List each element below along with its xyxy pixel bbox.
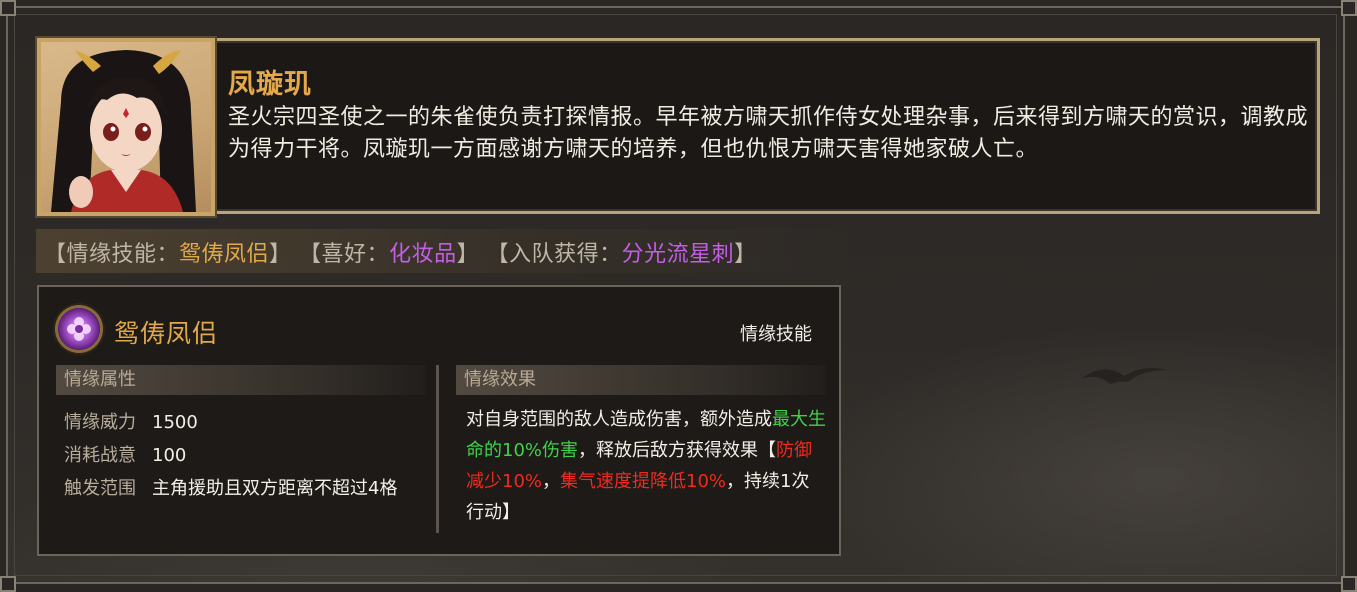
frame-corner: [0, 576, 16, 592]
bird-silhouette-icon: [1082, 368, 1168, 384]
join-reward-close: 】: [734, 242, 757, 267]
attribute-row: 触发范围 主角援助且双方距离不超过4格: [64, 474, 397, 500]
info-line: 【情缘技能：鸳俦凤侣】 【喜好：化妆品】 【入队获得：分光流星刺】: [44, 236, 757, 268]
attributes-header: 情缘属性: [56, 365, 426, 395]
character-name: 凤璇玑: [228, 69, 312, 100]
attribute-row: 消耗战意 100: [64, 441, 186, 467]
bond-skill-label: 【情缘技能：: [44, 242, 180, 267]
frame-corner: [1341, 0, 1357, 16]
bond-skill-close: 】: [269, 242, 292, 267]
attribute-value: 主角援助且双方距离不超过4格: [152, 478, 398, 499]
skill-name: 鸳俦凤侣: [114, 319, 219, 348]
attribute-value: 1500: [152, 412, 198, 433]
attribute-label: 消耗战意: [64, 445, 136, 466]
character-bio: 圣火宗四圣使之一的朱雀使负责打探情报。早年被方啸天抓作侍女处理杂事，后来得到方啸…: [228, 105, 1309, 162]
join-reward-value: 分光流星刺: [621, 242, 735, 267]
character-portrait-icon: [51, 50, 196, 212]
effect-text: 对自身范围的敌人造成伤害，额外造成最大生命的10%伤害，释放后敌方获得效果【防御…: [466, 404, 826, 528]
column-divider: [436, 365, 439, 533]
frame-corner: [0, 0, 16, 16]
join-reward-label: 【入队获得：: [486, 242, 622, 267]
frame-corner: [1341, 576, 1357, 592]
attribute-label: 情缘威力: [64, 412, 136, 433]
attribute-label: 触发范围: [64, 478, 136, 499]
attribute-row: 情缘威力 1500: [64, 408, 198, 434]
hobby-close: 】: [456, 242, 480, 267]
bond-skill-value: 鸳俦凤侣: [179, 242, 270, 267]
attribute-value: 100: [152, 445, 187, 466]
hobby-value: 化妆品: [389, 242, 457, 267]
flower-icon: [67, 317, 91, 341]
effect-highlight-red: 集气速度提降低10%: [560, 471, 727, 492]
character-portrait: [37, 38, 215, 216]
hobby-label: 【喜好：: [299, 242, 390, 267]
effect-part1: 对自身范围的敌人造成伤害，额外造成: [466, 409, 772, 430]
effect-header: 情缘效果: [456, 365, 826, 395]
skill-type: 情缘技能: [740, 324, 812, 345]
effect-part2: ，释放后敌方获得效果【: [578, 440, 777, 461]
effect-separator: ，: [542, 471, 561, 492]
purple-flower-orb-icon: [58, 308, 100, 350]
